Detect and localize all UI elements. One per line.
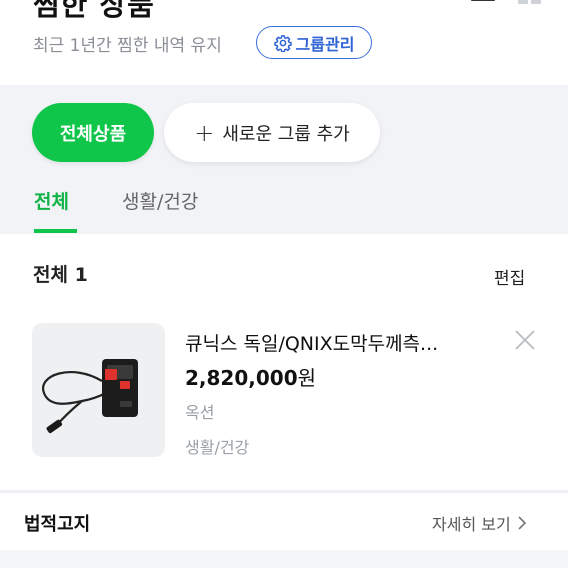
gear-icon <box>273 34 292 52</box>
product-category: 생활/건강 <box>185 438 250 457</box>
tab-life-health[interactable]: 생활/건강 <box>122 187 198 214</box>
product-image <box>42 359 138 434</box>
grid-icon[interactable] <box>518 0 542 6</box>
price-value: 2,820,000 <box>185 366 298 390</box>
add-group-label: 새로운 그룹 추가 <box>222 123 350 145</box>
close-icon[interactable] <box>513 328 537 352</box>
page-header: 찜한 상품 최근 1년간 찜한 내역 유지 그룹관리 <box>0 0 568 85</box>
list-title: 전체 1 <box>33 264 88 286</box>
product-thumbnail[interactable] <box>32 323 165 457</box>
group-tab-all[interactable]: 전체상품 <box>32 103 154 162</box>
legal-more-label: 자세히 보기 <box>432 515 511 534</box>
section-divider <box>0 490 568 493</box>
group-manage-button[interactable]: 그룹관리 <box>256 26 372 59</box>
product-seller: 옥션 <box>185 403 215 422</box>
add-group-button[interactable]: + 새로운 그룹 추가 <box>164 103 380 162</box>
subtitle: 최근 1년간 찜한 내역 유지 <box>33 36 222 56</box>
product-title[interactable]: 큐닉스 독일/QNIX도막두께측... <box>185 329 438 356</box>
menu-icon[interactable] <box>471 0 495 8</box>
price-unit: 원 <box>297 366 317 390</box>
bottom-band <box>0 550 568 568</box>
group-manage-label: 그룹관리 <box>295 34 355 54</box>
product-price: 2,820,000원 <box>185 362 316 391</box>
plus-icon: + <box>194 118 215 147</box>
legal-more-link[interactable]: 자세히 보기 <box>432 511 527 535</box>
edit-button[interactable]: 편집 <box>494 264 525 289</box>
page-title: 찜한 상품 <box>33 0 155 22</box>
chevron-right-icon <box>518 516 526 530</box>
active-tab-indicator <box>34 229 77 233</box>
legal-notice-title: 법적고지 <box>24 514 91 535</box>
tab-all[interactable]: 전체 <box>34 187 69 214</box>
